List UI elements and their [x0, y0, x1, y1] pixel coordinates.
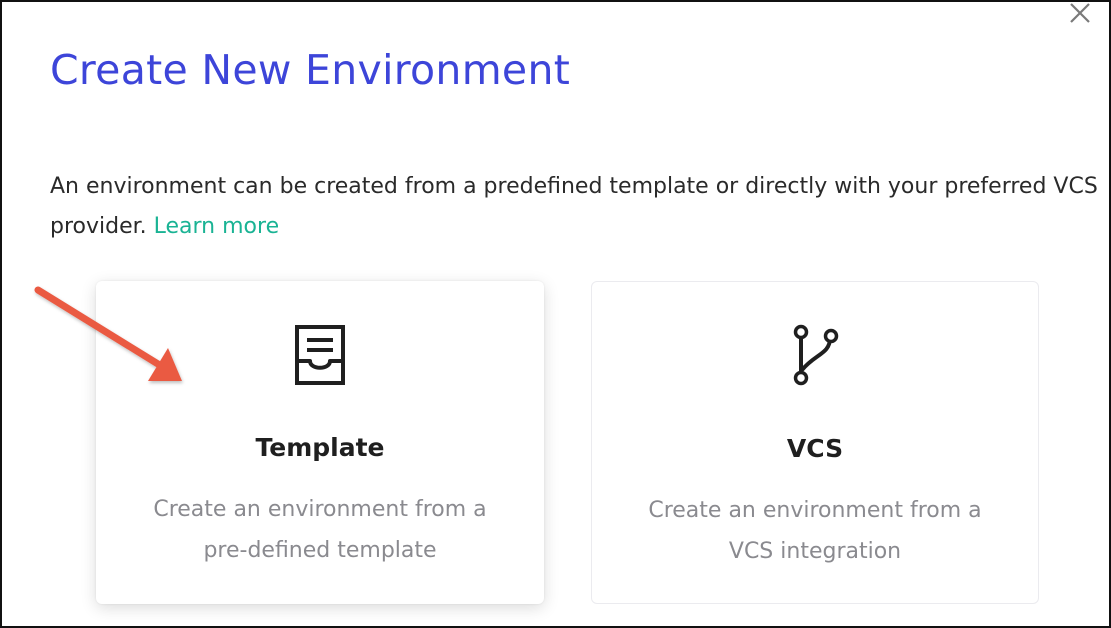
- modal-title: Create New Environment: [50, 46, 571, 94]
- learn-more-link[interactable]: Learn more: [154, 214, 279, 239]
- template-icon: [295, 325, 345, 385]
- close-button[interactable]: [1066, 2, 1094, 26]
- git-branch-icon: [793, 324, 839, 386]
- vcs-card-title: VCS: [786, 434, 844, 463]
- template-card-description: Create an environment from a pre-defined…: [153, 497, 487, 563]
- annotation-arrow-icon: [34, 286, 182, 381]
- modal-description: An environment can be created from a pre…: [50, 167, 1100, 247]
- create-environment-modal: Create New Environment An environment ca…: [0, 0, 1111, 628]
- vcs-option-card[interactable]: VCS Create an environment from a VCS int…: [591, 281, 1039, 604]
- close-icon: [1070, 3, 1090, 23]
- template-card-title: Template: [255, 433, 385, 462]
- vcs-card-description: Create an environment from a VCS integra…: [648, 498, 982, 564]
